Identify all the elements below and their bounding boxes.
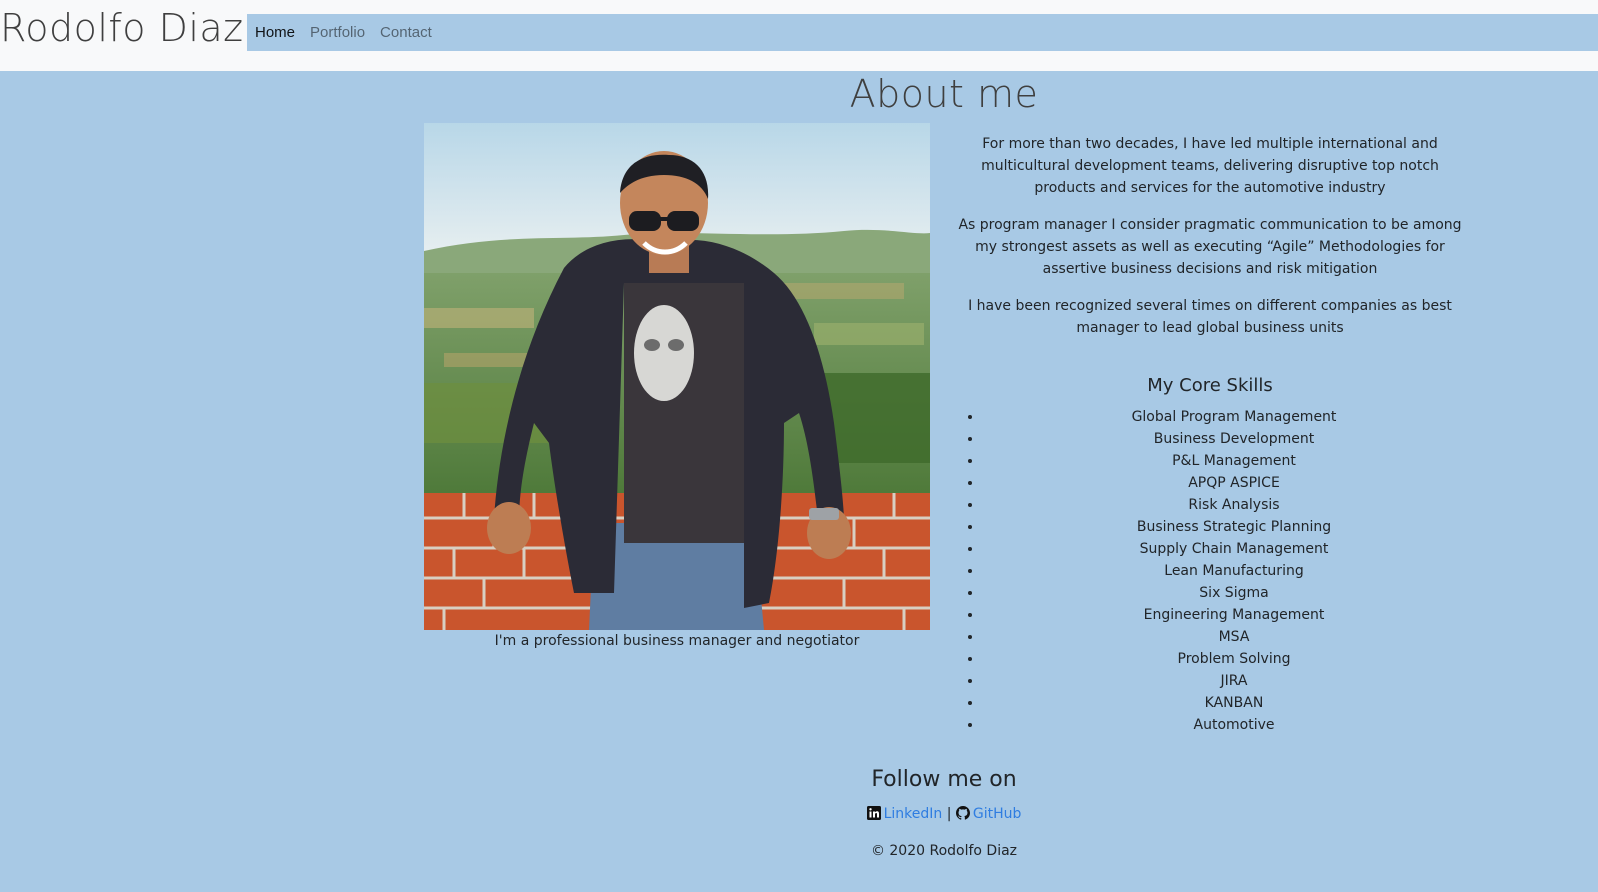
skill-item: P&L Management xyxy=(983,450,1485,472)
github-icon[interactable] xyxy=(955,806,970,820)
skill-item: Supply Chain Management xyxy=(983,538,1485,560)
skill-item: Problem Solving xyxy=(983,648,1485,670)
about-title: About me xyxy=(849,72,1039,116)
skills-title: My Core Skills xyxy=(1147,375,1273,396)
nav-contact[interactable]: Contact xyxy=(380,24,432,41)
skills-list: Global Program Management Business Devel… xyxy=(975,406,1485,736)
skill-item: Six Sigma xyxy=(983,582,1485,604)
linkedin-link[interactable]: LinkedIn xyxy=(884,806,943,822)
brand-title[interactable]: Rodolfo Diaz xyxy=(0,6,244,50)
skill-item: Automotive xyxy=(983,714,1485,736)
skill-item: Risk Analysis xyxy=(983,494,1485,516)
copyright: © 2020 Rodolfo Diaz xyxy=(870,843,1018,859)
skill-item: APQP ASPICE xyxy=(983,472,1485,494)
skill-item: MSA xyxy=(983,626,1485,648)
skill-item: Business Strategic Planning xyxy=(983,516,1485,538)
profile-photo xyxy=(424,123,930,630)
separator: | xyxy=(946,806,952,822)
social-links: LinkedIn | GitHub xyxy=(0,806,1598,822)
bio-text: For more than two decades, I have led mu… xyxy=(955,133,1465,354)
follow-title: Follow me on xyxy=(871,767,1017,792)
photo-caption: I'm a professional business manager and … xyxy=(494,633,860,649)
bio-paragraph: I have been recognized several times on … xyxy=(968,298,1452,336)
linkedin-icon[interactable] xyxy=(866,806,881,820)
profile-photo-image xyxy=(424,123,930,630)
nav-home[interactable]: Home xyxy=(255,24,295,41)
navbar: Home Portfolio Contact xyxy=(247,14,1598,51)
bio-paragraph: As program manager I consider pragmatic … xyxy=(958,217,1462,277)
skill-item: Engineering Management xyxy=(983,604,1485,626)
site-header: Rodolfo Diaz Home Portfolio Contact xyxy=(0,0,1598,71)
github-link[interactable]: GitHub xyxy=(973,806,1022,822)
nav-portfolio[interactable]: Portfolio xyxy=(310,24,365,41)
skill-item: Lean Manufacturing xyxy=(983,560,1485,582)
skill-item: Business Development xyxy=(983,428,1485,450)
skill-item: JIRA xyxy=(983,670,1485,692)
skill-item: KANBAN xyxy=(983,692,1485,714)
skill-item: Global Program Management xyxy=(983,406,1485,428)
bio-paragraph: For more than two decades, I have led mu… xyxy=(981,136,1439,196)
